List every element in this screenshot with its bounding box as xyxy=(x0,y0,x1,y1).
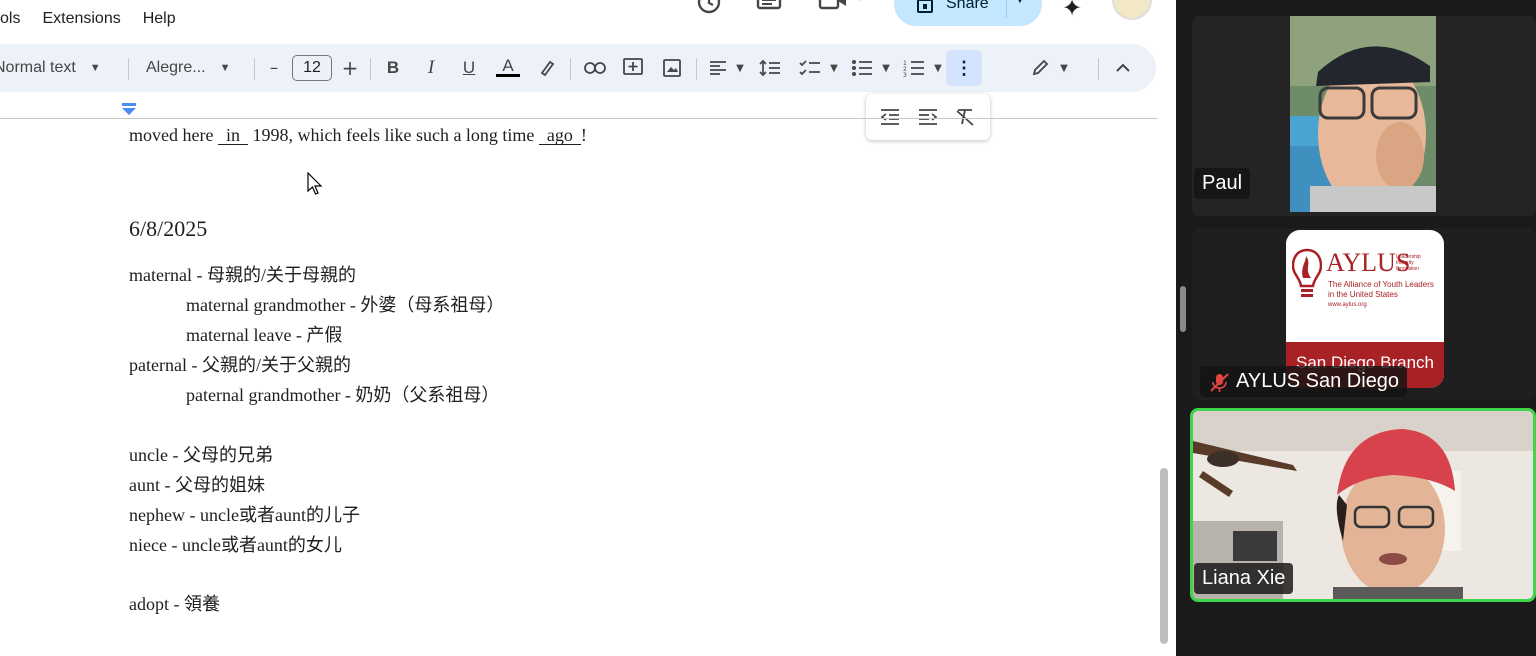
text-run: 1998, which feels like such a long time xyxy=(247,125,539,145)
underline-icon[interactable]: U xyxy=(457,57,481,79)
vocab-line: adopt - 領養 xyxy=(129,594,220,614)
menu-bar: ols Extensions Help xyxy=(0,10,176,32)
line-spacing-icon[interactable] xyxy=(758,57,782,79)
increase-indent-icon[interactable] xyxy=(916,106,940,128)
font-select[interactable]: Alegre... ▼ xyxy=(146,44,230,92)
lightbulb-icon xyxy=(1292,248,1322,297)
bullet-list-icon[interactable] xyxy=(850,57,874,79)
vocab-line: nephew - uncle或者aunt的儿子 xyxy=(129,505,360,525)
menu-extensions[interactable]: Extensions xyxy=(42,10,120,32)
aylus-tagline-text: The Alliance of Youth Leaders in the Uni… xyxy=(1328,280,1434,299)
indent-marker-icon[interactable] xyxy=(122,103,136,115)
date-heading: 6/8/2025 xyxy=(129,216,208,241)
aylus-tagline: The Alliance of Youth Leaders in the Uni… xyxy=(1328,280,1440,310)
vocab-line: paternal - 父親的/关于父親的 xyxy=(129,355,351,375)
video-call-panel: Paul AYLUS Leadership Integrity Innovati… xyxy=(1176,0,1536,656)
participant-video xyxy=(1290,16,1436,212)
checklist-icon[interactable] xyxy=(798,57,822,79)
vocab-line: uncle - 父母的兄弟 xyxy=(129,445,273,465)
participant-name: AYLUS San Diego xyxy=(1236,370,1400,392)
more-options-button[interactable]: ⋮ xyxy=(946,50,982,86)
comment-icon[interactable] xyxy=(756,0,782,18)
participant-name-tag: AYLUS San Diego xyxy=(1200,366,1408,397)
vocab-line: paternal grandmother - 奶奶（父系祖母） xyxy=(186,385,500,405)
style-caret-icon: ▼ xyxy=(89,62,101,74)
participant-name: Paul xyxy=(1202,172,1243,194)
share-button[interactable]: Share ▼ xyxy=(894,0,1042,26)
share-lock-icon xyxy=(917,0,933,13)
overflow-toolbar-menu xyxy=(866,94,990,140)
editing-mode-icon[interactable] xyxy=(1028,57,1052,79)
aylus-value: Innovation xyxy=(1396,266,1420,272)
decrease-indent-icon[interactable] xyxy=(878,106,902,128)
svg-text:3: 3 xyxy=(903,72,907,77)
toolbar-divider xyxy=(570,58,571,80)
clear-formatting-icon[interactable] xyxy=(953,106,977,128)
fill-in-blank[interactable]: ago xyxy=(538,126,581,145)
add-comment-icon[interactable] xyxy=(621,57,645,79)
highlight-icon[interactable] xyxy=(535,57,559,79)
toolbar-divider xyxy=(128,58,129,80)
font-size-input[interactable]: 12 xyxy=(292,55,332,81)
formatting-toolbar: Normal text ▼ Alegre... ▼ – 12 + B I U A xyxy=(0,44,1156,92)
share-label: Share xyxy=(946,0,989,12)
align-caret-icon[interactable]: ▼ xyxy=(728,57,752,79)
aylus-url: www.aylus.org xyxy=(1328,302,1367,308)
vocab-line: aunt - 父母的姐妹 xyxy=(129,475,265,495)
bullet-caret-icon[interactable]: ▼ xyxy=(874,57,898,79)
decrease-font-icon[interactable]: – xyxy=(262,57,286,79)
mouse-cursor-icon xyxy=(307,172,323,195)
toolbar-divider xyxy=(1098,58,1099,80)
aylus-values: Leadership Integrity Innovation xyxy=(1396,254,1421,272)
italic-icon[interactable]: I xyxy=(419,57,443,79)
toolbar-divider xyxy=(254,58,255,80)
vocab-line: maternal grandmother - 外婆（母系祖母） xyxy=(186,295,505,315)
avatar[interactable] xyxy=(1112,0,1152,20)
participant-name: Liana Xie xyxy=(1202,567,1286,589)
text-run: ! xyxy=(580,125,587,145)
aylus-logo: AYLUS Leadership Integrity Innovation Th… xyxy=(1286,230,1444,388)
document-scrollbar[interactable] xyxy=(1160,468,1168,644)
menu-help[interactable]: Help xyxy=(143,10,176,32)
style-select[interactable]: Normal text ▼ xyxy=(0,44,101,92)
numbered-list-icon[interactable]: 123 xyxy=(902,57,926,79)
docs-window: ols Extensions Help Share ▼ ✦ Normal tex… xyxy=(0,0,1176,656)
participant-tile-paul[interactable]: Paul xyxy=(1192,16,1536,216)
vocab-line: niece - uncle或者aunt的女儿 xyxy=(129,535,342,555)
toolbar-divider xyxy=(696,58,697,80)
panel-resize-handle[interactable] xyxy=(1180,286,1186,332)
doc-line-moved: moved here in 1998, which feels like suc… xyxy=(129,125,587,146)
meet-icon[interactable] xyxy=(818,0,868,18)
share-divider xyxy=(1006,0,1007,18)
participant-tile-liana-active-speaker[interactable]: Liana Xie xyxy=(1190,408,1536,602)
text-color-icon[interactable]: A xyxy=(496,56,520,77)
gemini-icon[interactable]: ✦ xyxy=(1062,0,1082,23)
align-left-icon[interactable] xyxy=(706,57,730,79)
font-value: Alegre... xyxy=(146,59,206,76)
vocab-line: maternal leave - 产假 xyxy=(186,325,343,345)
vocab-line: maternal - 母親的/关于母親的 xyxy=(129,265,356,285)
collapse-toolbar-icon[interactable] xyxy=(1111,57,1135,79)
menu-tools[interactable]: ols xyxy=(0,10,20,32)
text-run: moved here xyxy=(129,125,218,145)
link-icon[interactable] xyxy=(583,57,607,79)
font-caret-icon: ▼ xyxy=(219,62,231,74)
fill-in-blank[interactable]: in xyxy=(217,126,248,145)
toolbar-divider xyxy=(370,58,371,80)
ruler xyxy=(0,118,1158,119)
participant-tile-aylus[interactable]: AYLUS Leadership Integrity Innovation Th… xyxy=(1192,228,1536,400)
editing-mode-caret-icon[interactable]: ▼ xyxy=(1052,57,1076,79)
style-value: Normal text xyxy=(0,59,76,76)
history-icon[interactable] xyxy=(696,0,722,18)
participant-name-tag: Liana Xie xyxy=(1194,563,1294,594)
participant-name-tag: Paul xyxy=(1194,168,1251,199)
insert-image-icon[interactable] xyxy=(660,57,684,79)
share-caret-icon[interactable]: ▼ xyxy=(1014,0,1026,6)
bold-icon[interactable]: B xyxy=(381,57,405,79)
increase-font-icon[interactable]: + xyxy=(338,56,362,80)
muted-mic-icon xyxy=(1210,372,1229,392)
checklist-caret-icon[interactable]: ▼ xyxy=(822,57,846,79)
